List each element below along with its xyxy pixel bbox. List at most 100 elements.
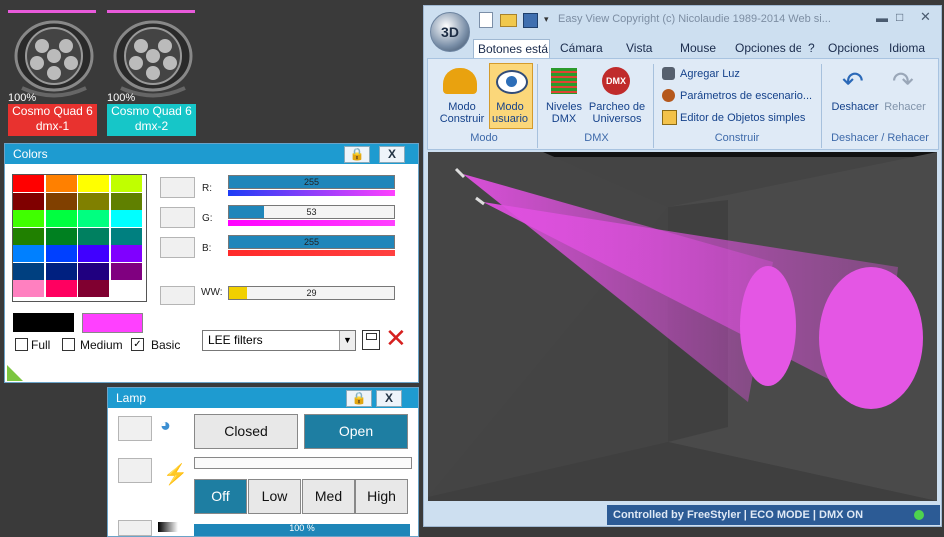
tab-opciones-de[interactable]: Opciones de [735, 39, 801, 58]
editor-objetos-button[interactable]: Editor de Objetos simples [680, 112, 805, 124]
shutter-preset-button[interactable] [118, 416, 152, 441]
palette-swatch[interactable] [78, 210, 109, 227]
quick-access-dropdown-icon[interactable]: ▾ [544, 14, 549, 25]
g-gradient [228, 220, 395, 226]
tab-botones[interactable]: Botones está [473, 39, 550, 59]
strobe-off-button[interactable]: Off [194, 479, 247, 514]
full-checkbox[interactable] [15, 338, 28, 351]
window-close-button[interactable]: ✕ [920, 9, 931, 25]
palette-swatch[interactable] [110, 227, 142, 245]
ribbon-divider [653, 64, 654, 148]
palette-swatch[interactable] [78, 192, 109, 210]
fixture-name: Cosmo Quad 6 [111, 104, 192, 118]
help-menu[interactable]: ? [808, 39, 815, 58]
b-slider[interactable]: 255 [228, 235, 395, 249]
options-menu[interactable]: Opciones [828, 39, 879, 58]
green-preset-button[interactable] [160, 207, 195, 228]
palette-swatch[interactable] [78, 245, 109, 262]
3d-viewport[interactable] [428, 152, 937, 501]
lightning-icon: ⚡ [163, 464, 188, 486]
ww-preset-button[interactable] [160, 286, 195, 305]
r-slider[interactable]: 255 [228, 175, 395, 189]
niveles-dmx-button[interactable]: Niveles DMX [540, 101, 588, 125]
palette-swatch[interactable] [13, 210, 44, 227]
deshacer-button[interactable]: Deshacer [829, 101, 881, 113]
close-button[interactable]: X [376, 390, 402, 407]
palette-swatch[interactable] [110, 262, 142, 280]
blue-preset-button[interactable] [160, 237, 195, 258]
filter-select[interactable]: LEE filters ▼ [202, 330, 356, 351]
dimmer-preset-button[interactable] [118, 520, 152, 536]
palette-swatch[interactable] [78, 280, 109, 297]
save-icon[interactable] [362, 330, 380, 350]
fixture-percent: 100% [8, 92, 37, 104]
agregar-luz-button[interactable]: Agregar Luz [680, 68, 740, 80]
language-menu[interactable]: Idioma [889, 39, 925, 58]
palette-swatch[interactable] [45, 175, 77, 192]
current-color-swatch [13, 313, 74, 332]
red-preset-button[interactable] [160, 177, 195, 198]
palette-swatch[interactable] [13, 280, 44, 297]
strobe-high-button[interactable]: High [355, 479, 408, 514]
palette-swatch[interactable] [45, 280, 77, 297]
shutter-open-button[interactable]: Open [304, 414, 408, 449]
app-logo-button[interactable]: 3D [430, 12, 470, 52]
delete-icon[interactable]: ✕ [385, 325, 407, 351]
object-editor-icon [662, 110, 677, 125]
close-button[interactable]: X [379, 146, 405, 163]
palette-swatch[interactable] [45, 262, 77, 280]
palette-swatch[interactable] [13, 262, 44, 280]
palette-swatch[interactable] [13, 175, 44, 192]
chevron-down-icon[interactable]: ▼ [339, 331, 355, 350]
medium-checkbox[interactable] [62, 338, 75, 351]
ww-slider[interactable]: 29 [228, 286, 395, 300]
strobe-preset-button[interactable] [118, 458, 152, 483]
strobe-speed-slider[interactable] [194, 457, 412, 469]
b-gradient [228, 250, 395, 256]
basic-checkbox[interactable]: ✓ [131, 338, 144, 351]
open-folder-icon[interactable] [500, 14, 517, 27]
palette-swatch[interactable] [110, 192, 142, 210]
rehacer-button[interactable]: Rehacer [880, 101, 930, 113]
fixture-dmx-2[interactable]: 100% Cosmo Quad 6 dmx-2 [107, 10, 199, 136]
lock-icon[interactable]: 🔒 [346, 390, 372, 407]
fixture-dmx-1[interactable]: 100% Cosmo Quad 6 dmx-1 [8, 10, 100, 136]
palette-swatch[interactable] [110, 245, 142, 262]
palette-swatch[interactable] [78, 227, 109, 245]
palette-swatch[interactable] [110, 175, 142, 192]
palette-swatch[interactable] [45, 227, 77, 245]
parcheo-universos-button[interactable]: Parcheo de Universos [584, 101, 650, 125]
maximize-button[interactable]: □ [896, 10, 903, 24]
filter-select-value: LEE filters [208, 333, 263, 347]
tab-mouse[interactable]: Mouse [680, 39, 716, 58]
tab-camara[interactable]: Cámara [560, 39, 603, 58]
palette-swatch[interactable] [13, 227, 44, 245]
lock-icon[interactable]: 🔒 [344, 146, 370, 163]
parametros-escenario-button[interactable]: Parámetros de escenario... [680, 90, 812, 102]
palette-swatch[interactable] [78, 175, 109, 192]
palette-swatch[interactable] [45, 210, 77, 227]
modo-construir-button[interactable]: Modo Construir [436, 101, 488, 125]
dimmer-slider[interactable]: 100 % [194, 524, 410, 536]
palette-swatch[interactable] [78, 262, 109, 280]
palette-swatch[interactable] [45, 192, 77, 210]
palette-swatch[interactable] [13, 245, 44, 262]
fixture-address: dmx-2 [134, 119, 169, 133]
fixture-percent: 100% [107, 92, 136, 104]
r-gradient [228, 190, 395, 196]
palette-swatch[interactable] [110, 210, 142, 227]
palette-swatch[interactable] [13, 192, 44, 210]
g-slider[interactable]: 53 [228, 205, 395, 219]
strobe-low-button[interactable]: Low [248, 479, 301, 514]
new-file-icon[interactable] [479, 12, 493, 28]
ww-label: WW: [201, 287, 223, 298]
minimize-button[interactable]: ▬ [876, 11, 888, 25]
shutter-icon: ◕ [160, 415, 171, 435]
strobe-med-button[interactable]: Med [302, 479, 355, 514]
shutter-closed-button[interactable]: Closed [194, 414, 298, 449]
save-icon[interactable] [523, 13, 538, 28]
palette-swatch[interactable] [110, 280, 142, 297]
palette-swatch[interactable] [45, 245, 77, 262]
resize-grip-icon[interactable] [7, 365, 23, 381]
tab-vista[interactable]: Vista [626, 39, 652, 58]
